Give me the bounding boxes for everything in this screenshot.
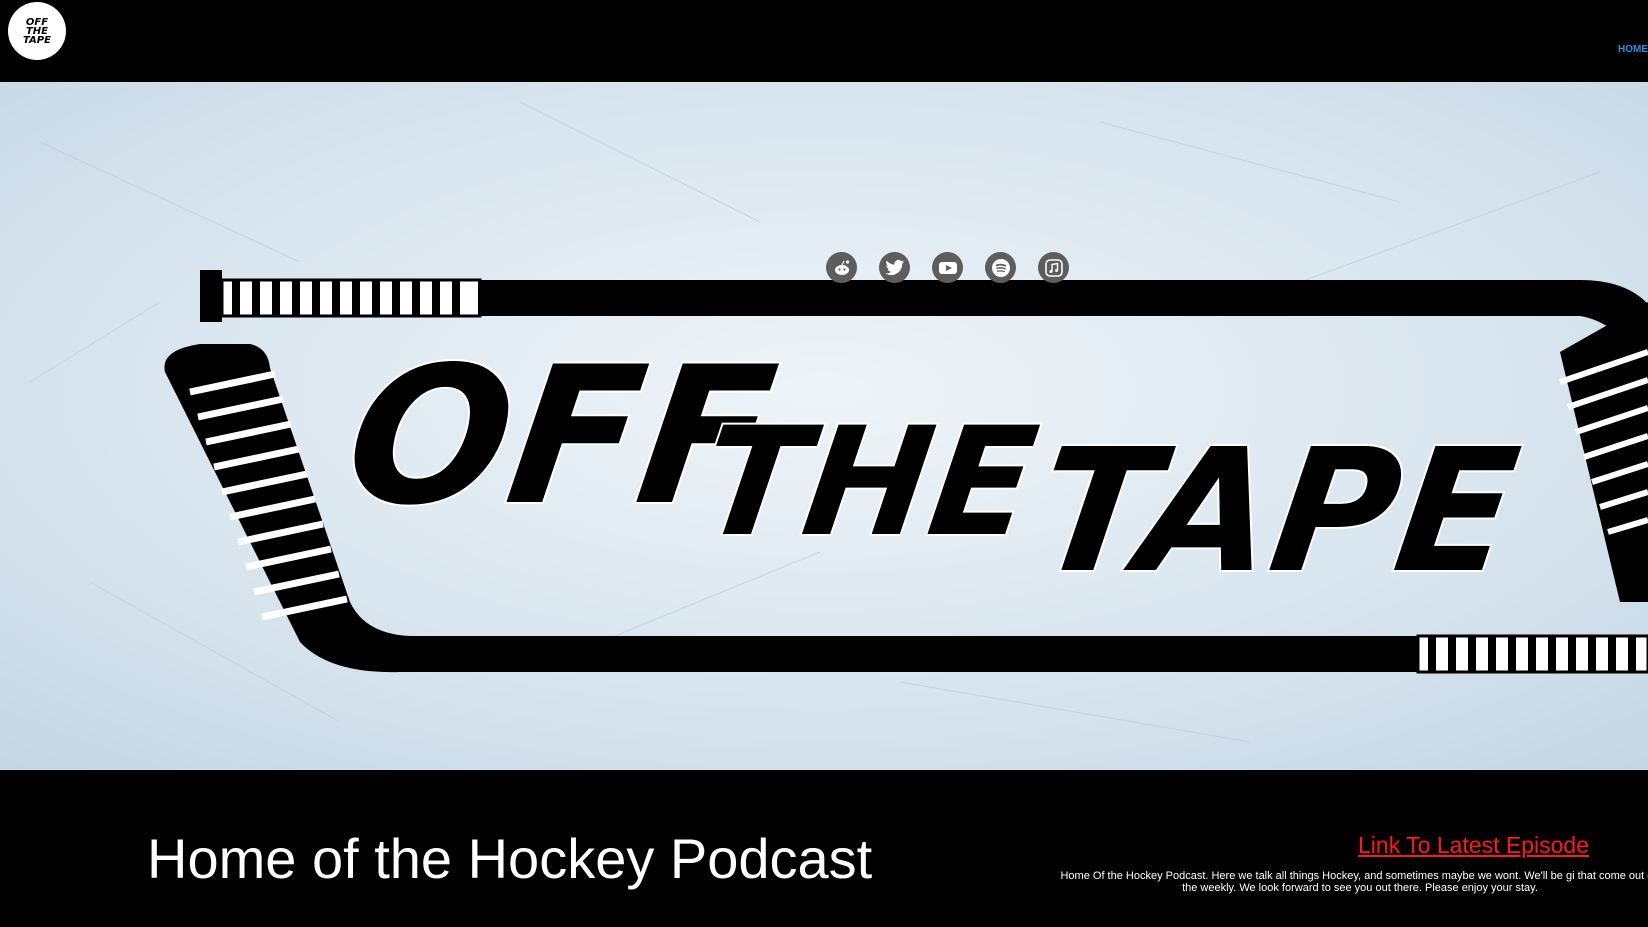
intro-section: Home of the Hockey Podcast Link To Lates… bbox=[0, 770, 1648, 927]
site-logo[interactable]: OFF THE TAPE bbox=[8, 2, 66, 60]
hero-banner: OFF THE TAPE bbox=[0, 82, 1648, 770]
apple-podcasts-icon bbox=[1044, 258, 1063, 277]
spotify-icon bbox=[991, 258, 1010, 277]
twitter-icon bbox=[884, 259, 904, 275]
reddit-link[interactable] bbox=[826, 252, 857, 283]
page-tagline: Home of the Hockey Podcast bbox=[147, 827, 873, 890]
youtube-link[interactable] bbox=[932, 252, 963, 283]
twitter-link[interactable] bbox=[879, 252, 910, 283]
spotify-link[interactable] bbox=[985, 252, 1016, 283]
hero-logo-word-the: THE bbox=[691, 395, 1046, 570]
social-links bbox=[826, 252, 1069, 283]
hero-logo-word-tape: TAPE bbox=[1026, 413, 1529, 611]
ice-background: OFF THE TAPE bbox=[0, 82, 1648, 770]
logo-text: OFF THE TAPE bbox=[23, 16, 51, 46]
youtube-icon bbox=[938, 261, 957, 274]
reddit-icon bbox=[834, 259, 849, 275]
apple-podcasts-link[interactable] bbox=[1038, 252, 1069, 283]
about-text: Home Of the Hockey Podcast. Here we talk… bbox=[1060, 870, 1648, 894]
nav-home-link[interactable]: HOME bbox=[1618, 44, 1648, 55]
top-navbar: OFF THE TAPE HOME bbox=[0, 0, 1648, 82]
latest-episode-link[interactable]: Link To Latest Episode bbox=[1358, 832, 1589, 859]
